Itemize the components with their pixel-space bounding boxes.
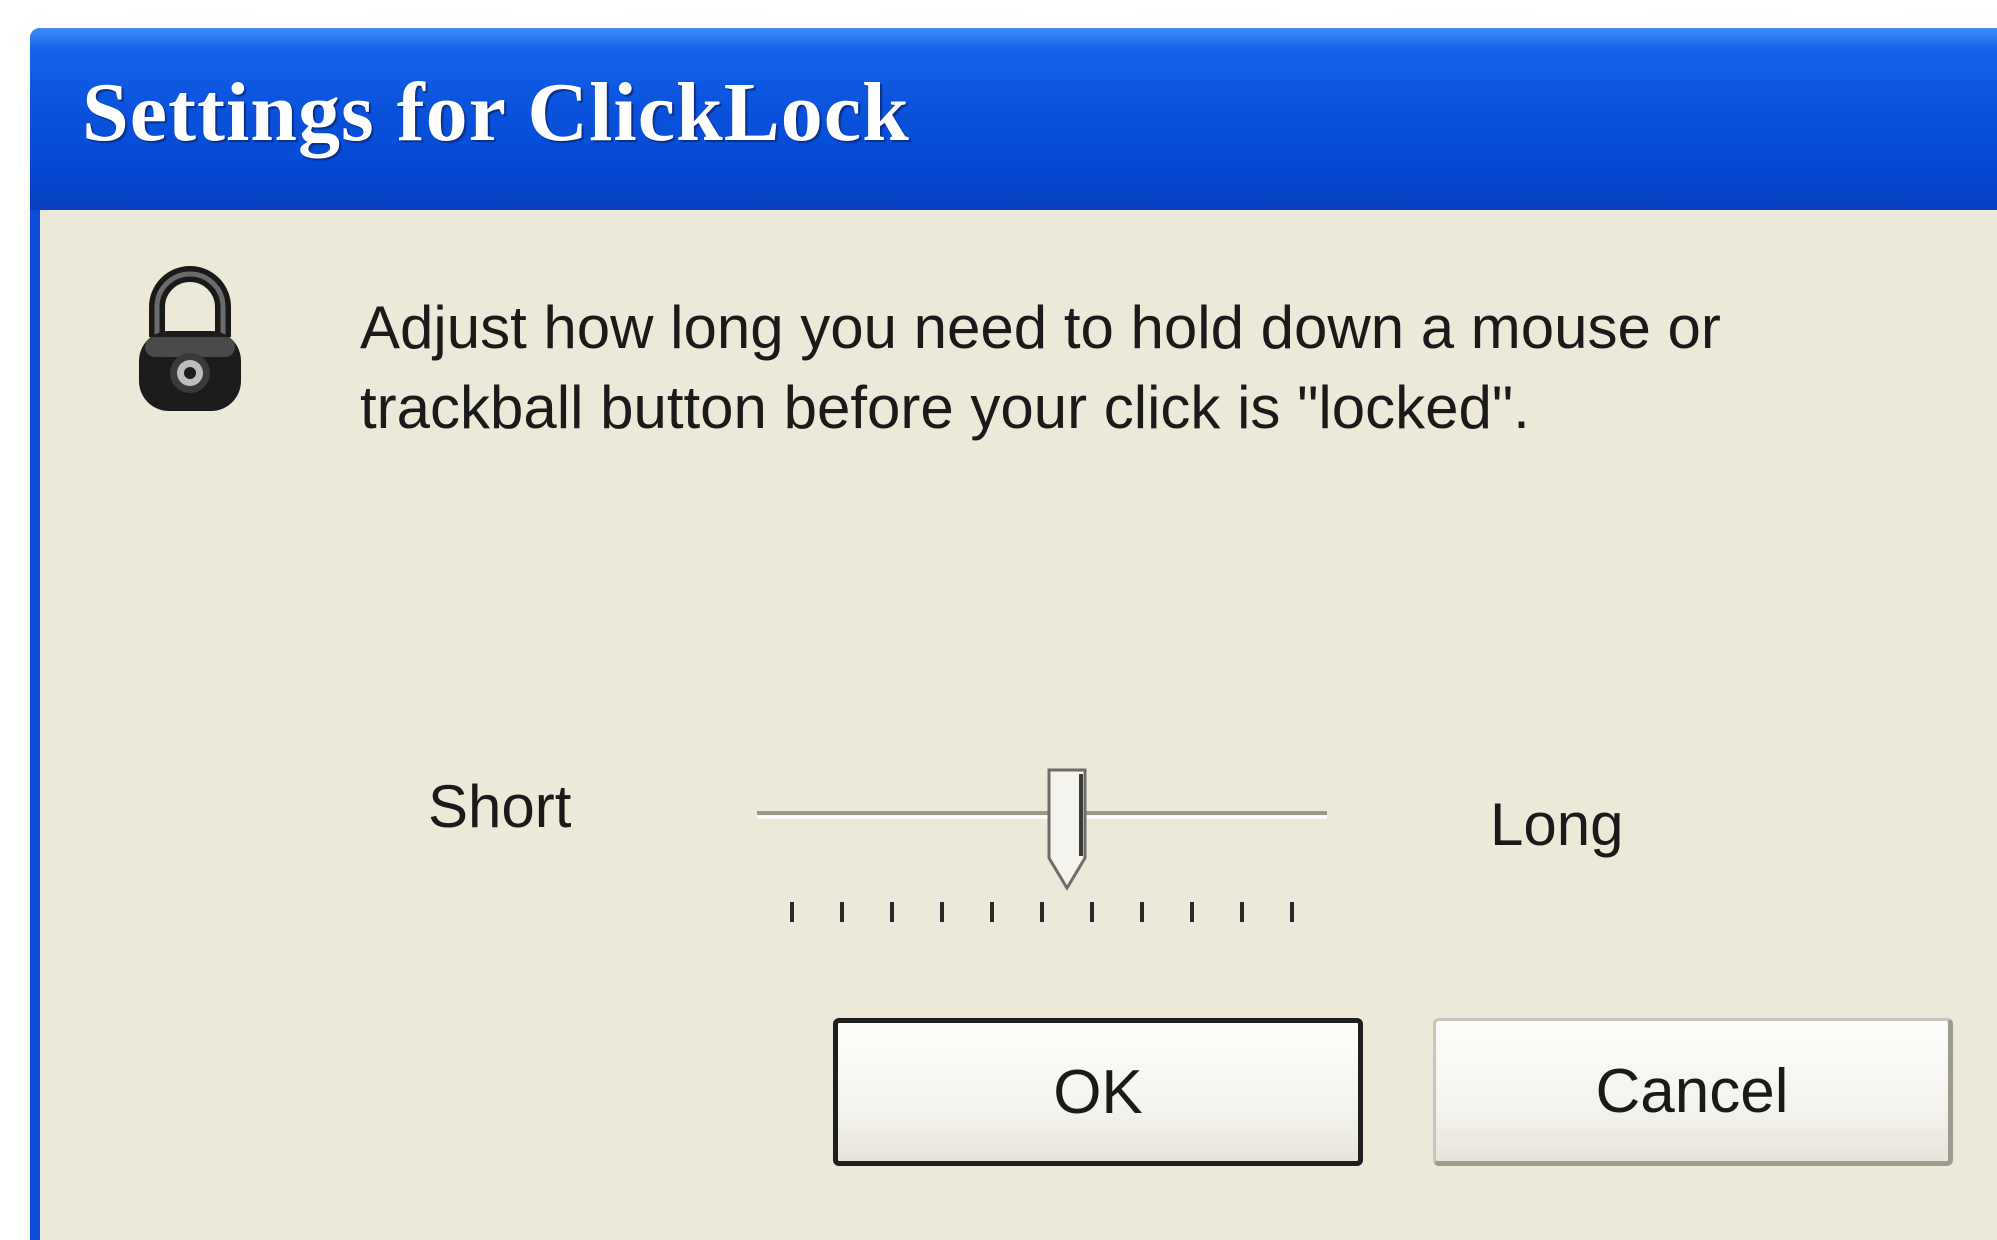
slider-max-label: Long [1490,791,1624,858]
instruction-text: Adjust how long you need to hold down a … [360,294,1721,441]
ok-button[interactable]: OK [833,1018,1363,1166]
slider-ticks [790,902,1294,922]
slider-min-label: Short [428,773,572,840]
clicklock-duration-slider[interactable] [752,740,1332,940]
window-title: Settings for ClickLock [82,66,910,159]
padlock-icon [139,266,241,411]
cancel-button[interactable]: Cancel [1433,1018,1953,1166]
title-bar[interactable]: Settings for ClickLock [30,28,1997,210]
